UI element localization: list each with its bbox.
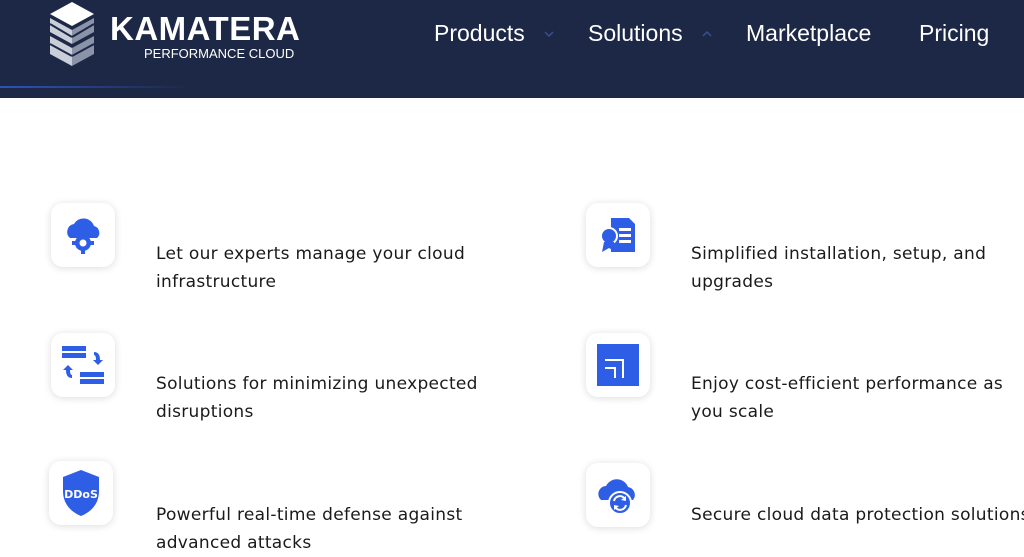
nav-marketplace-label: Marketplace — [746, 20, 872, 46]
server-swap-icon — [62, 346, 104, 384]
chevron-down-icon — [544, 31, 554, 37]
cloud-gear-icon — [67, 218, 100, 254]
ddos-badge-label: DDoS — [64, 488, 98, 501]
cloud-sync-icon — [598, 479, 635, 515]
kamatera-logo[interactable]: KAMATERA PERFORMANCE CLOUD — [48, 0, 301, 72]
scale-squares-icon — [597, 344, 639, 386]
feature-text: Simplified installation, setup, and upgr… — [691, 244, 987, 292]
feature-icon-box — [586, 203, 650, 267]
header-accent-line — [0, 86, 190, 88]
nav-products[interactable]: Products — [434, 20, 554, 47]
nav-pricing[interactable]: Pricing — [919, 20, 989, 47]
feature-icon-box — [51, 203, 115, 267]
logo-cube-icon — [49, 2, 95, 66]
certificate-document-icon — [600, 218, 635, 252]
feature-text: Solutions for minimizing unexpected disr… — [156, 374, 478, 422]
chevron-up-icon — [702, 31, 712, 37]
site-header: KAMATERA PERFORMANCE CLOUD Products Solu… — [0, 0, 1024, 98]
nav-solutions-label: Solutions — [588, 20, 683, 46]
logo-subtitle: PERFORMANCE CLOUD — [144, 46, 295, 61]
feature-text: Powerful real-time defense against advan… — [156, 505, 463, 553]
feature-icon-box — [586, 463, 650, 527]
feature-icon-box: DDoS — [49, 461, 113, 525]
nav-products-label: Products — [434, 20, 525, 46]
feature-text: Let our experts manage your cloud infras… — [156, 244, 466, 292]
feature-icon-box — [586, 333, 650, 397]
feature-text: Enjoy cost-efficient performance as you … — [691, 374, 1004, 422]
nav-solutions[interactable]: Solutions — [588, 20, 712, 47]
feature-icon-box — [51, 333, 115, 397]
feature-text: Secure cloud data protection solutions — [691, 505, 1024, 525]
nav-marketplace[interactable]: Marketplace — [746, 20, 871, 47]
ddos-shield-icon: DDoS — [63, 470, 99, 516]
logo-title: KAMATERA — [110, 10, 301, 47]
nav-pricing-label: Pricing — [919, 20, 990, 46]
